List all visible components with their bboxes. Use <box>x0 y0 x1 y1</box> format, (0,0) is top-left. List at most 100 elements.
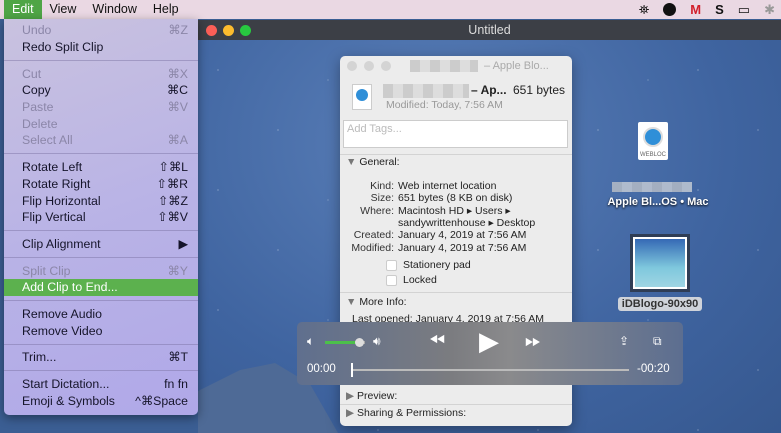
remaining-time: -00:20 <box>637 363 670 375</box>
status-tray: ⛯ M S ▭ ✱ <box>639 0 775 19</box>
quicktime-window: Untitled – Apple Blo... – Ap... 651 byte… <box>198 20 781 433</box>
play-button[interactable]: ▶ <box>479 326 499 357</box>
menu-item-label: Flip Horizontal <box>22 193 101 208</box>
menu-separator <box>4 252 198 262</box>
fast-forward-button[interactable]: ⏩︎ <box>525 330 541 353</box>
modified-short: Modified: Today, 7:56 AM <box>386 99 503 111</box>
menu-item-remove-video[interactable]: Remove Video <box>4 322 198 339</box>
menu-item-shortcut: ⇧⌘V <box>157 210 188 225</box>
menu-item-trim[interactable]: Trim... ⌘T <box>4 349 198 366</box>
location-icon[interactable] <box>663 3 677 16</box>
webloc-desktop-icon[interactable]: WEBLOC <box>638 122 668 160</box>
more-info-section-toggle[interactable]: ▼ More Info: <box>346 296 407 308</box>
menu-item-label: Start Dictation... <box>22 377 110 392</box>
safari-compass-icon <box>643 127 663 147</box>
image-desktop-icon[interactable] <box>630 234 690 292</box>
info-close-button[interactable] <box>347 61 357 71</box>
menu-item-paste[interactable]: Paste ⌘V <box>4 99 198 116</box>
menu-item-label: Delete <box>22 116 58 131</box>
menu-item-add-clip-to-end[interactable]: Add Clip to End... <box>4 278 198 296</box>
info-field-row: Size: 651 bytes (8 KB on disk) <box>340 192 572 204</box>
volume-low-icon: 🔈︎ <box>307 334 315 348</box>
webloc-file-label[interactable]: Apple Bl...OS • Mac <box>598 196 718 208</box>
locked-checkbox[interactable]: Locked <box>386 274 437 286</box>
timeline-scrubber[interactable] <box>351 363 629 377</box>
general-section-toggle[interactable]: ▼ General: <box>346 156 400 168</box>
edit-menu-dropdown: Undo ⌘Z Redo Split Clip Cut ⌘X Copy ⌘C Paste ⌘V D… <box>4 19 198 415</box>
field-key <box>340 217 398 229</box>
menu-help[interactable]: Help <box>145 0 187 19</box>
menu-view[interactable]: View <box>42 0 85 19</box>
menu-item-select-all[interactable]: Select All ⌘A <box>4 132 198 149</box>
menu-item-remove-audio[interactable]: Remove Audio <box>4 306 198 323</box>
menu-item-rotate-right[interactable]: Rotate Right ⇧⌘R <box>4 176 198 193</box>
network-icon[interactable]: ⛯ <box>639 2 649 18</box>
field-value: January 4, 2019 at 7:56 AM <box>398 229 527 242</box>
menu-item-clip-alignment[interactable]: Clip Alignment ▶ <box>4 236 198 253</box>
sharing-section-toggle[interactable]: ▶ Sharing & Permissions: <box>346 407 466 419</box>
field-key: Created: <box>353 229 394 242</box>
menu-item-emoji-symbols[interactable]: Emoji & Symbols ^⌘Space <box>4 392 198 409</box>
menu-item-start-dictation[interactable]: Start Dictation... fn fn <box>4 376 198 393</box>
menu-item-cut[interactable]: Cut ⌘X <box>4 65 198 82</box>
field-value: 651 bytes (8 KB on disk) <box>398 192 513 205</box>
menu-item-label: Clip Alignment <box>22 236 101 251</box>
menu-item-shortcut: ⌘Z <box>168 23 188 38</box>
menu-item-flip-horizontal[interactable]: Flip Horizontal ⇧⌘Z <box>4 192 198 209</box>
mcafee-icon[interactable]: M <box>690 2 701 17</box>
menu-item-shortcut: ⌘C <box>166 83 188 98</box>
volume-slider[interactable] <box>325 338 365 347</box>
menu-item-copy[interactable]: Copy ⌘C <box>4 82 198 99</box>
menu-item-redo-split-clip[interactable]: Redo Split Clip <box>4 39 198 56</box>
menu-item-undo[interactable]: Undo ⌘Z <box>4 22 198 39</box>
field-key: Modified: <box>351 241 394 254</box>
menu-item-shortcut: ⌘V <box>167 100 189 115</box>
menu-item-flip-vertical[interactable]: Flip Vertical ⇧⌘V <box>4 209 198 226</box>
volume-high-icon: 🔊︎ <box>373 334 381 348</box>
menu-item-shortcut: ⌘Y <box>167 263 189 278</box>
menu-item-label: Copy <box>22 83 51 98</box>
menu-item-label: Split Clip <box>22 263 71 278</box>
rewind-button[interactable]: ⏪︎ <box>429 330 445 353</box>
menu-item-shortcut: ⌘A <box>167 133 189 148</box>
menu-item-label: Trim... <box>22 350 57 365</box>
share-icon[interactable]: ⇪ <box>619 334 629 348</box>
menu-item-label: Remove Video <box>22 323 103 338</box>
zoom-button[interactable] <box>240 25 251 36</box>
menu-item-label: Cut <box>22 66 42 81</box>
field-value: January 4, 2019 at 7:56 AM <box>398 241 527 254</box>
file-size: 651 bytes <box>513 83 566 97</box>
airplay-icon[interactable]: ▭ <box>738 2 750 18</box>
info-titlebar: – Apple Blo... <box>340 56 572 76</box>
tags-input[interactable]: Add Tags... <box>343 120 568 148</box>
minimize-button[interactable] <box>223 25 234 36</box>
info-field-row: Where: Macintosh HD ▸ Users ▸ <box>340 205 572 217</box>
menu-item-split-clip[interactable]: Split Clip ⌘Y <box>4 262 198 279</box>
menu-edit[interactable]: Edit <box>4 0 42 19</box>
menu-separator <box>4 55 198 65</box>
menu-item-rotate-left[interactable]: Rotate Left ⇧⌘L <box>4 159 198 176</box>
close-button[interactable] <box>206 25 217 36</box>
stationery-checkbox[interactable]: Stationery pad <box>386 259 471 271</box>
info-minimize-button[interactable] <box>364 61 374 71</box>
menu-item-shortcut: ⇧⌘R <box>156 176 188 191</box>
s-icon[interactable]: S <box>715 2 724 17</box>
menu-separator <box>4 339 198 349</box>
preview-section-toggle[interactable]: ▶ Preview: <box>346 390 397 402</box>
current-time: 00:00 <box>307 363 336 375</box>
menu-item-label: Redo Split Clip <box>22 40 104 55</box>
field-key: Size: <box>370 192 394 205</box>
menu-item-shortcut: ⇧⌘Z <box>157 193 188 208</box>
field-value: Macintosh HD ▸ Users ▸ <box>398 204 511 217</box>
menu-window[interactable]: Window <box>84 0 144 19</box>
picture-in-picture-icon[interactable]: ⧉ <box>653 334 662 349</box>
menu-bar: Edit View Window Help ⛯ M S ▭ ✱ <box>0 0 781 19</box>
menu-item-delete[interactable]: Delete <box>4 115 198 132</box>
image-file-label[interactable]: iDBlogo-90x90 <box>618 297 702 311</box>
bluetooth-icon[interactable]: ✱ <box>764 2 775 18</box>
disclosure-down-icon: ▼ <box>346 156 357 168</box>
info-zoom-button[interactable] <box>381 61 391 71</box>
info-title: – Apple Blo... <box>484 60 549 72</box>
disclosure-right-icon: ▶ <box>346 390 355 402</box>
menu-item-label: Rotate Right <box>22 176 91 191</box>
